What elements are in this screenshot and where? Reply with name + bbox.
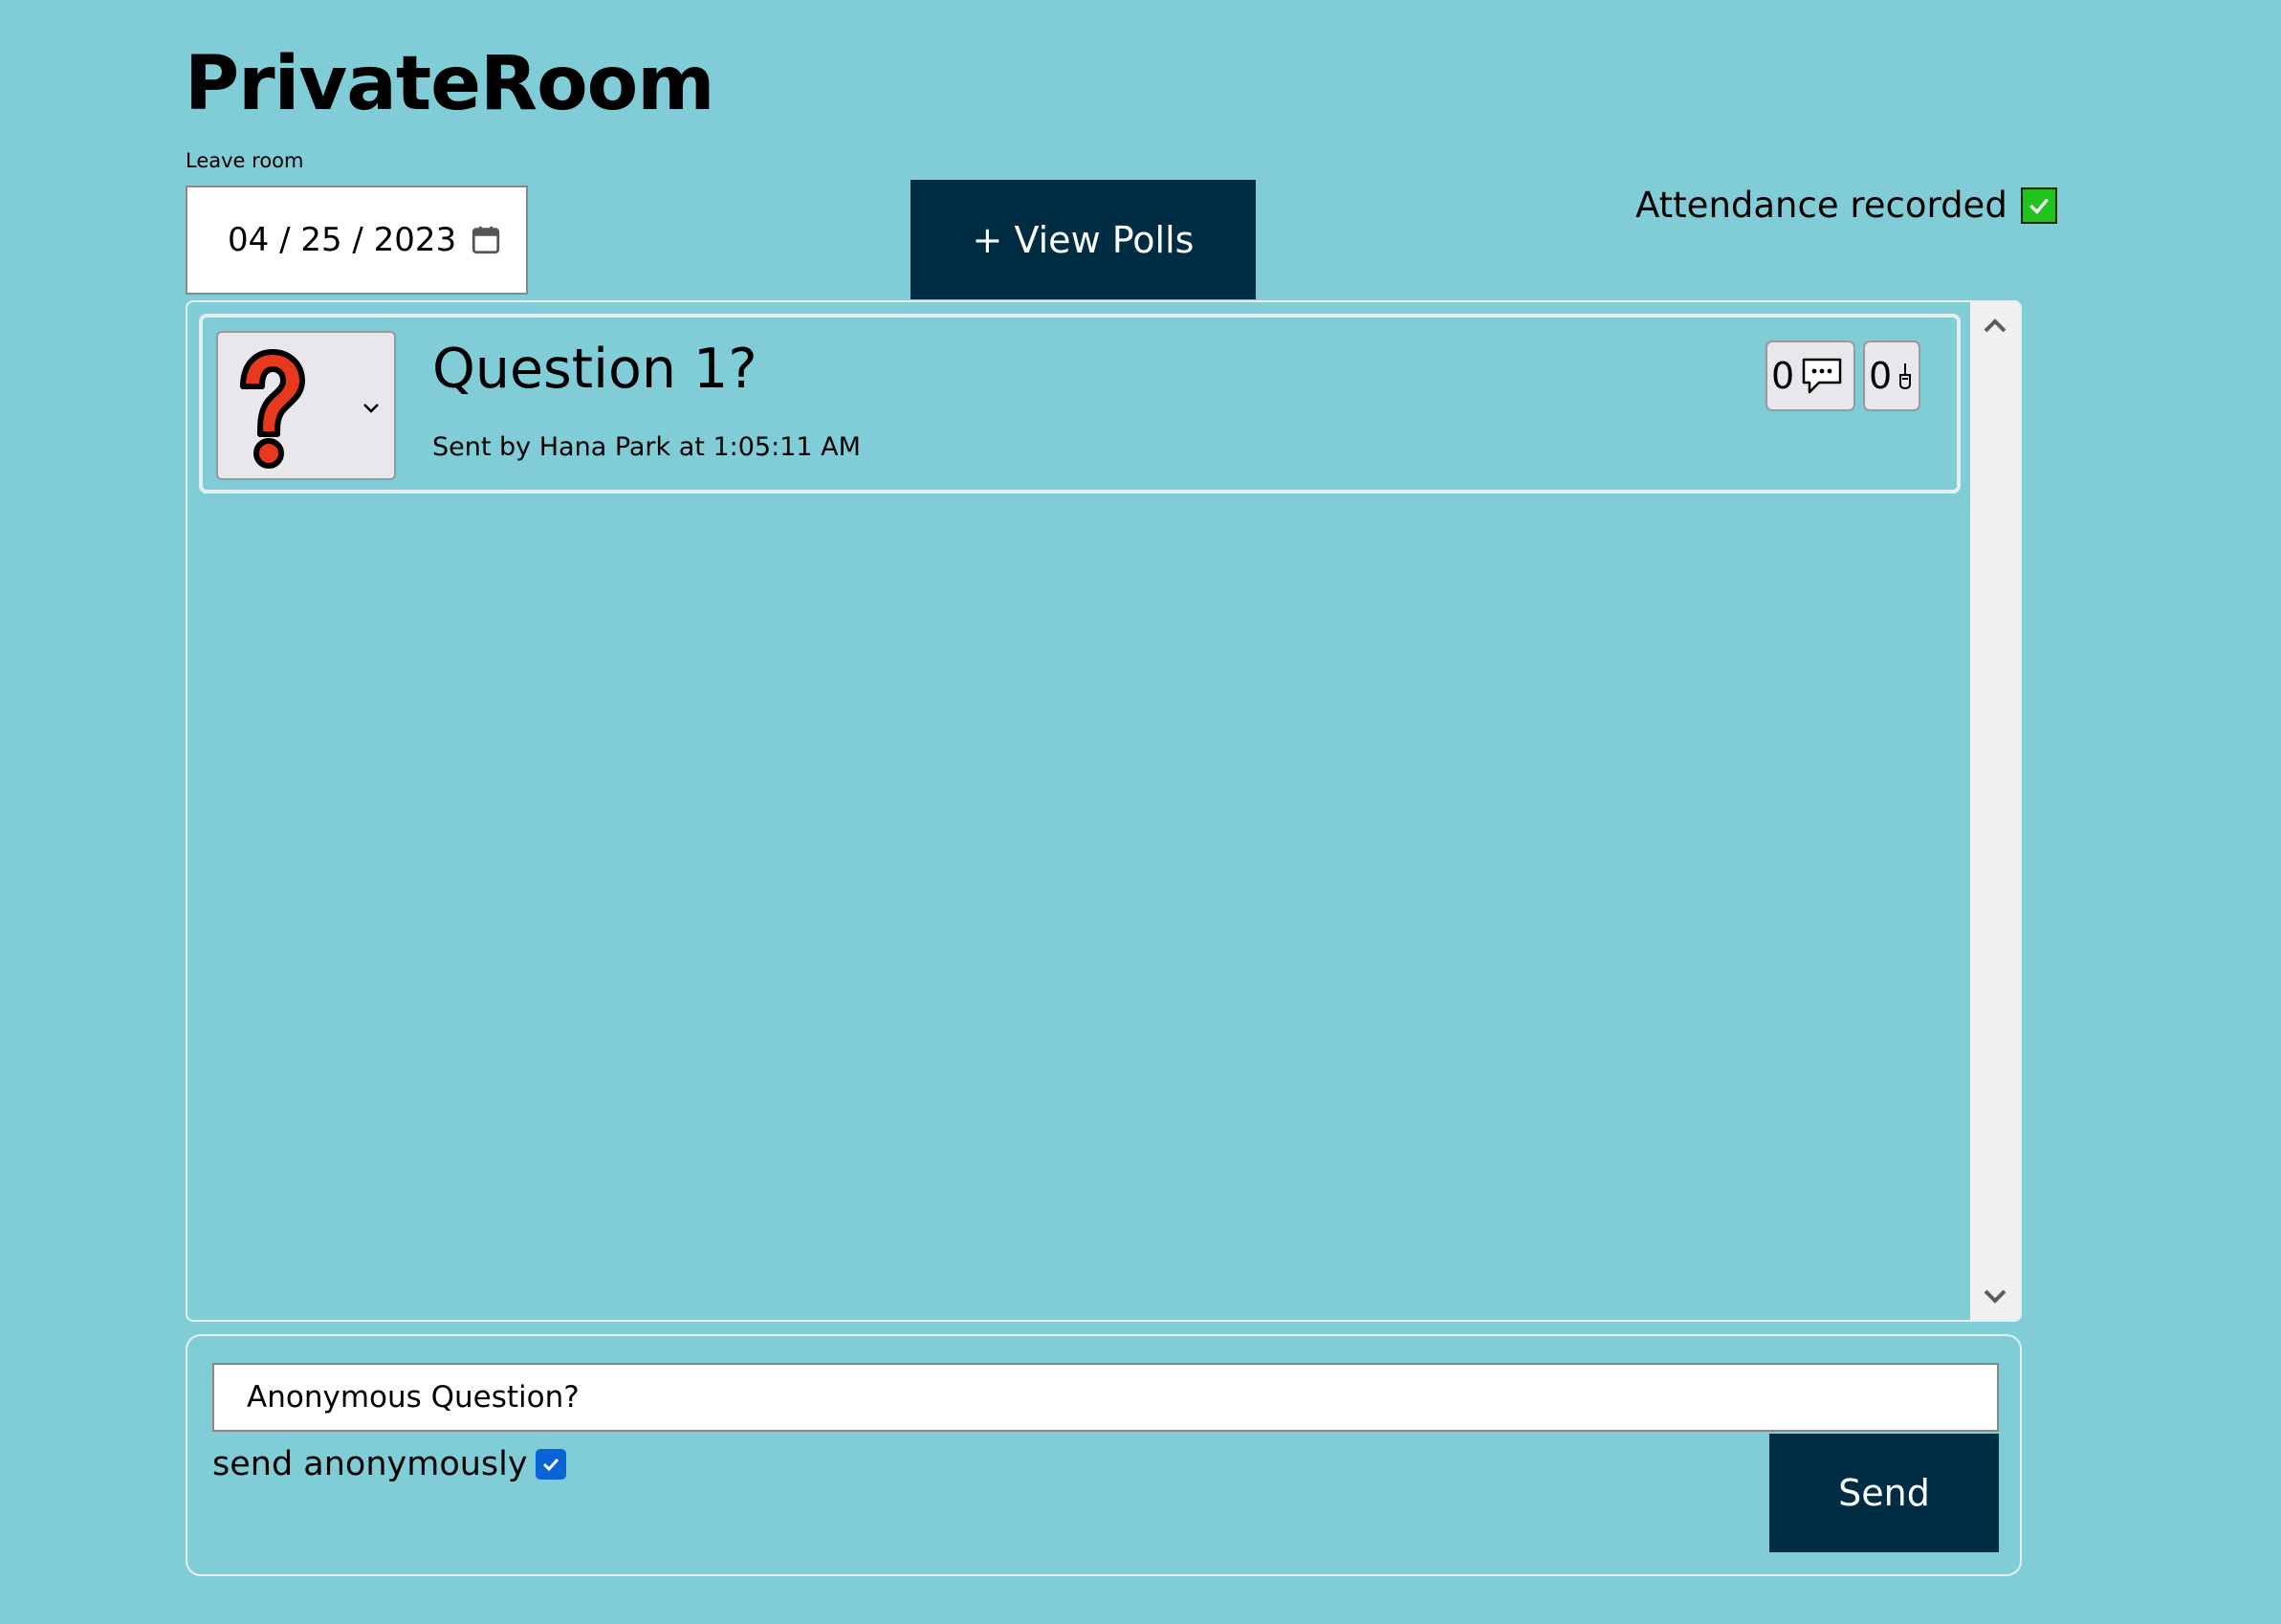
comments-button[interactable]: 0 (1766, 340, 1855, 411)
feed-scrollbar[interactable] (1970, 302, 2020, 1320)
question-mark-icon (240, 349, 305, 469)
scroll-up-arrow[interactable] (1970, 306, 2020, 344)
upvote-count: 0 (1869, 355, 1893, 397)
attendance-label: Attendance recorded (1635, 185, 2007, 226)
send-button[interactable]: Send (1769, 1434, 1999, 1552)
anonymous-checkbox[interactable] (535, 1449, 566, 1480)
compose-panel: send anonymously Send (186, 1334, 2022, 1576)
questions-feed[interactable]: Question 1? Sent by Hana Park at 1:05:11… (186, 300, 2022, 1322)
checkmark-icon (542, 1458, 559, 1472)
attendance-status: Attendance recorded (1635, 180, 2057, 231)
date-input[interactable]: 04 / 25 / 2023 (186, 186, 528, 295)
chevron-down-icon (363, 404, 379, 413)
question-meta: Sent by Hana Park at 1:05:11 AM (432, 432, 861, 462)
view-polls-button[interactable]: + View Polls (910, 180, 1256, 299)
question-text: Question 1? (432, 338, 757, 401)
leave-room-label[interactable]: Leave room (186, 151, 303, 171)
attendance-check-icon (2020, 187, 2057, 224)
comment-count: 0 (1771, 355, 1795, 397)
comment-bubble-icon (1802, 358, 1842, 394)
anonymous-label: send anonymously (212, 1445, 528, 1483)
question-card[interactable]: Question 1? Sent by Hana Park at 1:05:11… (199, 314, 1961, 494)
page-title: PrivateRoom (185, 41, 715, 127)
chevron-up-icon (1984, 318, 2007, 333)
checkmark-icon (2029, 198, 2049, 214)
calendar-icon[interactable] (470, 224, 502, 256)
date-value: 04 / 25 / 2023 (228, 221, 457, 259)
question-input[interactable] (212, 1363, 1999, 1432)
upvote-button[interactable]: 0 (1863, 340, 1920, 411)
question-icon-dropdown[interactable] (216, 331, 396, 480)
chevron-down-icon (1984, 1289, 2007, 1304)
anonymous-toggle[interactable]: send anonymously (212, 1441, 566, 1487)
raised-hand-icon (1899, 363, 1912, 390)
scroll-down-arrow[interactable] (1970, 1278, 2020, 1316)
